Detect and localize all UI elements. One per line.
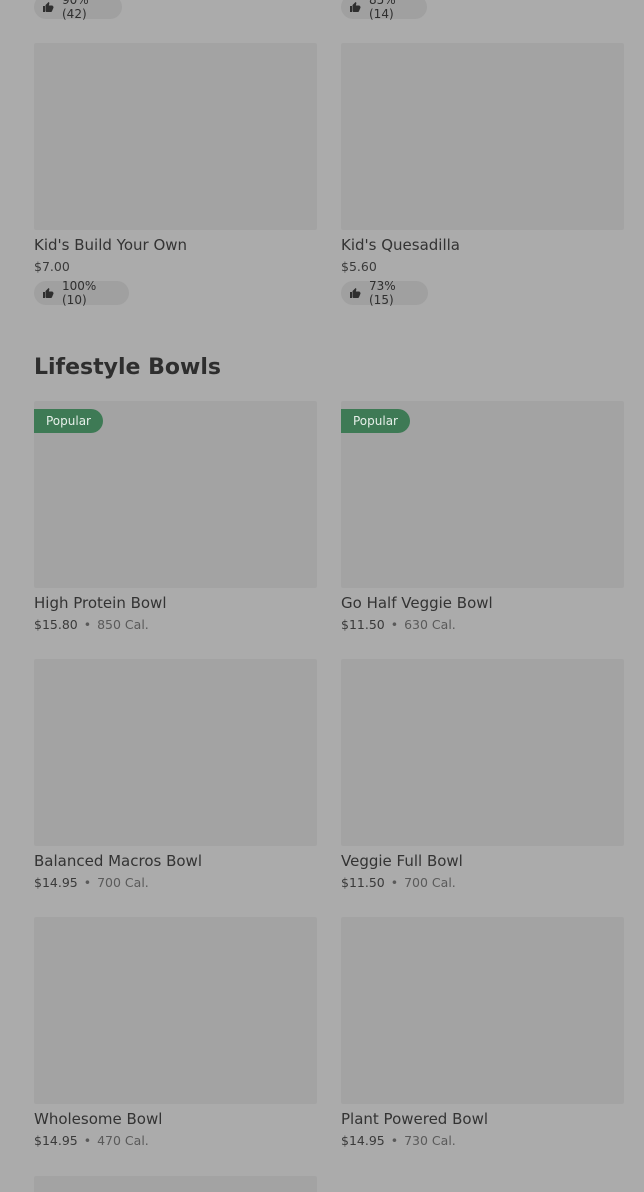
menu-item-card[interactable]: Plant Powered Bowl $14.95 • 730 Cal.: [341, 917, 624, 1150]
menu-item-image: [341, 43, 624, 230]
menu-item-calories: 700 Cal.: [97, 875, 149, 890]
menu-item-price: $14.95: [341, 1133, 385, 1148]
rating-pill: 73% (15): [341, 279, 428, 307]
menu-item-image: Popular: [34, 401, 317, 588]
menu-item-image[interactable]: [34, 1176, 317, 1192]
menu-item-card[interactable]: Wholesome Bowl $14.95 • 470 Cal.: [34, 917, 317, 1150]
rating-pill: 90% (42): [34, 0, 122, 21]
rating-text: 90% (42): [62, 0, 89, 21]
menu-item-meta: $14.95 • 470 Cal.: [34, 1132, 317, 1150]
menu-item-price: $14.95: [34, 1133, 78, 1148]
menu-item-name: Plant Powered Bowl: [341, 1110, 489, 1128]
menu-item-calories: 700 Cal.: [404, 875, 456, 890]
meta-separator: •: [390, 1133, 399, 1148]
menu-item-name: Kid's Quesadilla: [341, 236, 460, 254]
thumbs-up-icon: [43, 288, 54, 298]
menu-item-meta: $11.50 • 700 Cal.: [341, 874, 624, 892]
menu-item-name: Wholesome Bowl: [34, 1110, 163, 1128]
menu-item-price: $11.50: [341, 875, 385, 890]
menu-item-card[interactable]: Veggie Full Bowl $11.50 • 700 Cal.: [341, 659, 624, 892]
rating-text: 73% (15): [369, 279, 396, 307]
menu-item-image: [341, 659, 624, 846]
menu-item-calories: 850 Cal.: [97, 617, 149, 632]
meta-separator: •: [83, 1133, 92, 1148]
menu-item-card[interactable]: Popular High Protein Bowl $15.80 • 850 C…: [34, 401, 317, 634]
menu-item-calories: 470 Cal.: [97, 1133, 149, 1148]
menu-item-meta: $14.95 • 730 Cal.: [341, 1132, 624, 1150]
popular-badge: Popular: [341, 409, 410, 433]
menu-item-price: $14.95: [34, 875, 78, 890]
menu-item-image: [34, 43, 317, 230]
menu-item-price: $7.00: [34, 259, 70, 274]
rating-text: 100% (10): [62, 279, 97, 307]
rating-text: 85% (14): [369, 0, 396, 21]
menu-item-calories: 730 Cal.: [404, 1133, 456, 1148]
menu-item-calories: 630 Cal.: [404, 617, 456, 632]
meta-separator: •: [83, 875, 92, 890]
menu-item-price: $5.60: [341, 259, 377, 274]
menu-item-meta: $14.95 • 700 Cal.: [34, 874, 317, 892]
menu-item-name: Go Half Veggie Bowl: [341, 594, 493, 612]
meta-separator: •: [83, 617, 92, 632]
popular-badge: Popular: [34, 409, 103, 433]
menu-item-image: [34, 659, 317, 846]
meta-separator: •: [390, 617, 399, 632]
menu-item-meta: $15.80 • 850 Cal.: [34, 616, 317, 634]
thumbs-up-icon: [350, 2, 361, 12]
menu-item-name: Kid's Build Your Own: [34, 236, 188, 254]
menu-item-name: High Protein Bowl: [34, 594, 167, 612]
menu-item-card[interactable]: Popular Go Half Veggie Bowl $11.50 • 630…: [341, 401, 624, 634]
menu-item-image: [34, 917, 317, 1104]
menu-item-image: Popular: [341, 401, 624, 588]
section-title: Lifestyle Bowls: [34, 355, 221, 380]
menu-item-card[interactable]: Balanced Macros Bowl $14.95 • 700 Cal.: [34, 659, 317, 892]
rating-pill: 100% (10): [34, 279, 129, 307]
thumbs-up-icon: [43, 2, 54, 12]
menu-item-name: Veggie Full Bowl: [341, 852, 463, 870]
menu-item-name: Balanced Macros Bowl: [34, 852, 202, 870]
menu-item-price: $11.50: [341, 617, 385, 632]
rating-pill: 85% (14): [341, 0, 427, 21]
menu-item-meta: $11.50 • 630 Cal.: [341, 616, 624, 634]
menu-page: 90% (42) 85% (14) Kid's Build Your Own $…: [0, 0, 644, 1192]
menu-item-price: $15.80: [34, 617, 78, 632]
meta-separator: •: [390, 875, 399, 890]
menu-item-card[interactable]: Kid's Quesadilla $5.60: [341, 43, 624, 276]
thumbs-up-icon: [350, 288, 361, 298]
menu-item-image: [341, 917, 624, 1104]
menu-item-card[interactable]: Kid's Build Your Own $7.00: [34, 43, 317, 276]
